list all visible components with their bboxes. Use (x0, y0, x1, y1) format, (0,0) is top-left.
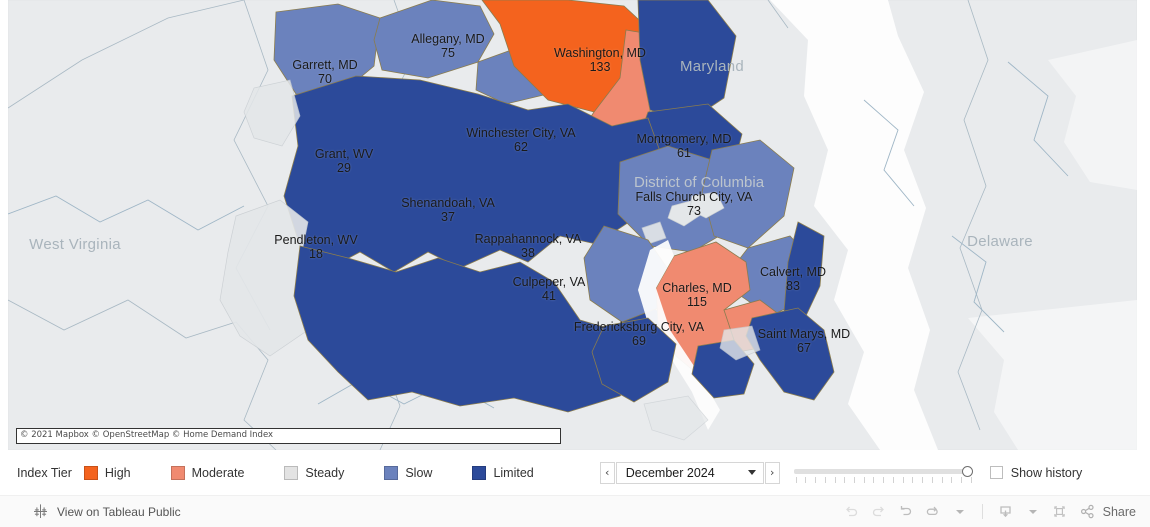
legend-title: Index Tier (17, 465, 72, 480)
period-controls: ‹ December 2024 › Show history (599, 461, 1083, 484)
legend-swatch-moderate (170, 465, 185, 480)
legend-item-high[interactable]: High (83, 465, 131, 480)
view-on-tableau-public-label: View on Tableau Public (57, 504, 181, 519)
legend-item-moderate[interactable]: Moderate (170, 465, 245, 480)
map-canvas[interactable]: .limited{fill:#2c4a9a;stroke:#8a7c4e;str… (8, 0, 1137, 450)
share-button[interactable]: Share (1079, 503, 1136, 520)
slider-ticks (795, 476, 972, 483)
chevron-down-icon (747, 470, 756, 475)
map-container[interactable]: .limited{fill:#2c4a9a;stroke:#8a7c4e;str… (0, 0, 1150, 450)
index-tier-legend: Index Tier High Moderate Steady Slow Lim… (0, 465, 574, 480)
download-dropdown-icon[interactable] (1019, 499, 1046, 525)
refresh-icon[interactable] (919, 499, 946, 525)
undo-icon[interactable] (838, 499, 865, 525)
legend-item-slow[interactable]: Slow (384, 465, 433, 480)
legend-label-high: High (104, 465, 131, 480)
legend-item-limited[interactable]: Limited (472, 465, 534, 480)
slider-track (793, 468, 970, 474)
legend-swatch-slow (384, 465, 399, 480)
state-label: West Virginia (29, 236, 121, 253)
legend-item-steady[interactable]: Steady (284, 465, 345, 480)
fullscreen-icon[interactable] (1046, 499, 1073, 525)
show-history-control[interactable]: Show history (989, 465, 1083, 480)
legend-swatch-steady (284, 465, 299, 480)
download-icon[interactable] (992, 499, 1019, 525)
footer-toolbar: Share (838, 499, 1150, 525)
state-label: Maryland (679, 58, 745, 75)
legend-swatch-high (83, 465, 98, 480)
legend-swatch-limited (472, 465, 487, 480)
show-history-label: Show history (1010, 465, 1083, 480)
map-geometry-layer: .limited{fill:#2c4a9a;stroke:#8a7c4e;str… (8, 0, 1137, 450)
period-dropdown[interactable]: December 2024 (615, 461, 764, 484)
chevron-down-icon (956, 509, 965, 514)
period-slider[interactable] (793, 462, 974, 484)
period-value: December 2024 (625, 465, 715, 480)
revert-icon[interactable] (892, 499, 919, 525)
legend-label-limited: Limited (493, 465, 534, 480)
slider-thumb[interactable] (961, 465, 973, 477)
redo-icon[interactable] (865, 499, 892, 525)
show-history-checkbox[interactable] (989, 466, 1003, 479)
tableau-logo-icon (34, 504, 47, 518)
pause-dropdown-icon[interactable] (946, 499, 973, 525)
legend-label-steady: Steady (305, 465, 345, 480)
legend-label-moderate: Moderate (191, 465, 245, 480)
next-period-button[interactable]: › (764, 461, 780, 484)
previous-period-button[interactable]: ‹ (599, 461, 615, 484)
toolbar-divider (981, 504, 983, 519)
chevron-down-icon (1029, 509, 1038, 514)
tableau-map-viz: .limited{fill:#2c4a9a;stroke:#8a7c4e;str… (0, 0, 1150, 527)
state-label-dc: District of Columbia (634, 174, 765, 191)
state-label: Delaware (967, 233, 1033, 250)
view-on-tableau-public-link[interactable]: View on Tableau Public (33, 504, 181, 519)
map-attribution: © 2021 Mapbox © OpenStreetMap © Home Dem… (16, 428, 561, 444)
share-label: Share (1102, 504, 1136, 519)
tableau-footer: View on Tableau Public Share (0, 495, 1150, 527)
legend-and-controls-bar: Index Tier High Moderate Steady Slow Lim… (0, 450, 1150, 495)
legend-label-slow: Slow (405, 465, 433, 480)
